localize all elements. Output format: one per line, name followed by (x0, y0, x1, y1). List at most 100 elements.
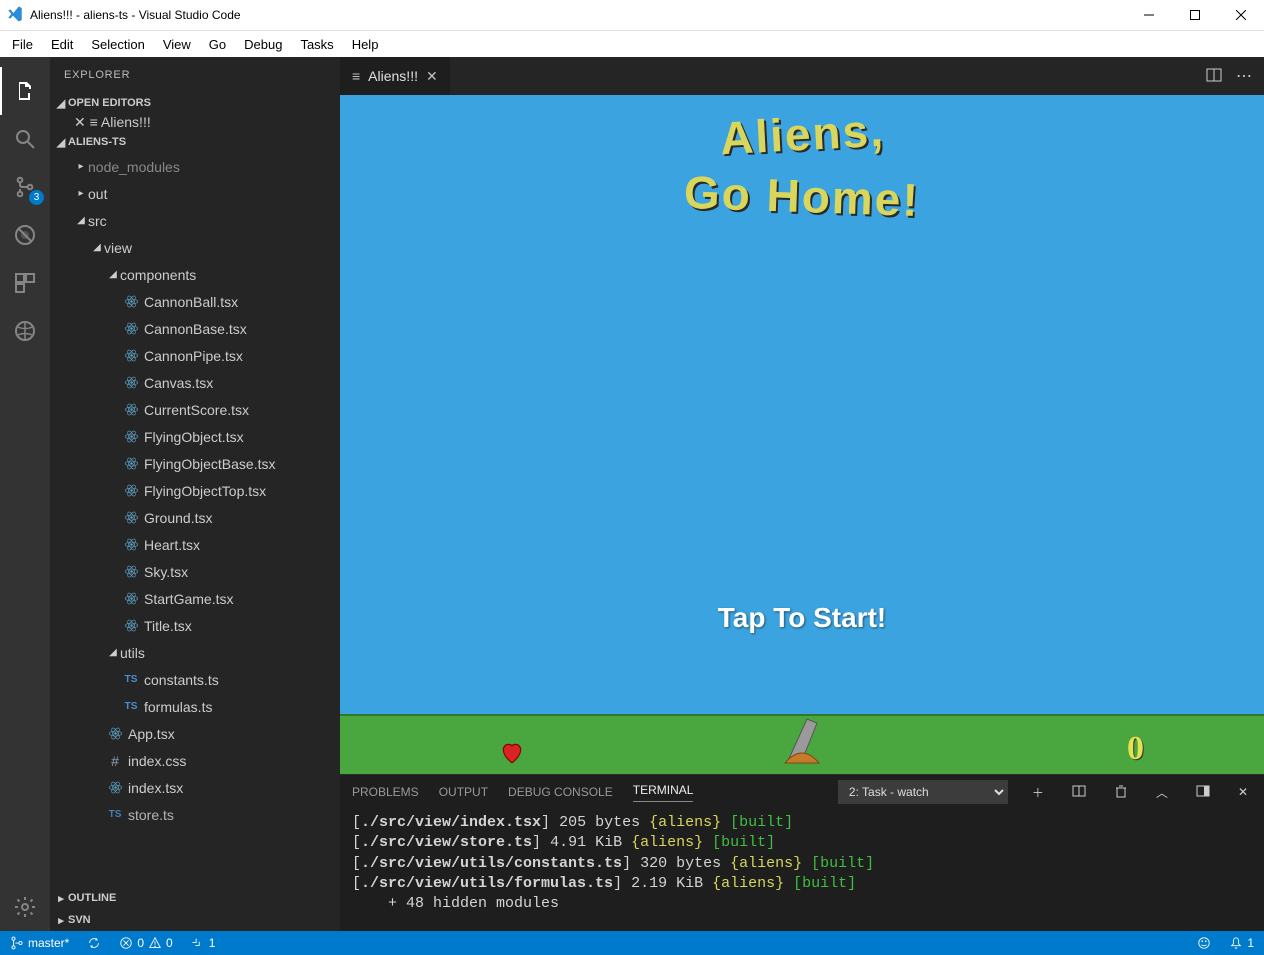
chevron-down-icon: ◢ (54, 136, 68, 149)
terminal-select[interactable]: 2: Task - watch (838, 780, 1008, 804)
menu-help[interactable]: Help (344, 34, 387, 55)
status-tasks[interactable]: 1 (187, 936, 220, 950)
tree-file[interactable]: FlyingObjectBase.tsx (50, 450, 340, 477)
menubar: File Edit Selection View Go Debug Tasks … (0, 31, 1264, 57)
tree-file[interactable]: Canvas.tsx (50, 369, 340, 396)
vscode-icon (6, 5, 24, 26)
tree-folder[interactable]: ◢view (50, 234, 340, 261)
kill-terminal-icon[interactable] (1110, 784, 1132, 801)
panel-tab-output[interactable]: OUTPUT (439, 785, 488, 799)
tab-label: Aliens!!! (368, 68, 418, 84)
tree-file[interactable]: StartGame.tsx (50, 585, 340, 612)
tree-file[interactable]: Sky.tsx (50, 558, 340, 585)
editor-group: ≡ Aliens!!! ✕ ⋯ Aliens, Go Home! Tap To … (340, 57, 1264, 931)
tree-file[interactable]: FlyingObject.tsx (50, 423, 340, 450)
chevron-down-icon: ◢ (54, 97, 68, 110)
new-terminal-icon[interactable]: ＋ (1028, 784, 1048, 801)
tree-folder[interactable]: ◢components (50, 261, 340, 288)
tree-file[interactable]: CannonBase.tsx (50, 315, 340, 342)
tree-folder[interactable]: ◢src (50, 207, 340, 234)
react-icon (106, 780, 124, 795)
section-svn[interactable]: ▸ SVN (50, 909, 340, 931)
tree-file[interactable]: App.tsx (50, 720, 340, 747)
react-icon (106, 726, 124, 741)
terminal-content[interactable]: [./src/view/index.tsx] 205 bytes {aliens… (340, 809, 1264, 931)
close-icon[interactable]: ✕ (426, 68, 438, 85)
game-sky: Aliens, Go Home! Tap To Start! (340, 95, 1264, 714)
workbench: 3 EXPLORER ◢ OPEN EDITORS ✕ ≡ Aliens!!! (0, 57, 1264, 931)
section-label: ALIENS-TS (68, 136, 126, 148)
activity-extensions[interactable] (0, 259, 50, 307)
panel-tab-problems[interactable]: PROBLEMS (352, 785, 419, 799)
tree-file[interactable]: TSstore.ts (50, 801, 340, 828)
more-icon[interactable]: ⋯ (1236, 66, 1252, 86)
activity-scm[interactable]: 3 (0, 163, 50, 211)
react-icon (122, 321, 140, 336)
react-icon (122, 294, 140, 309)
chevron-right-icon: ▸ (74, 188, 88, 199)
open-editor-item[interactable]: ✕ ≡ Aliens!!! (50, 114, 340, 131)
tap-to-start[interactable]: Tap To Start! (340, 602, 1264, 634)
menu-tasks[interactable]: Tasks (292, 34, 341, 55)
toggle-panel-icon[interactable] (1192, 784, 1214, 801)
status-sync[interactable] (83, 936, 105, 950)
activity-settings[interactable] (0, 883, 50, 931)
activity-search[interactable] (0, 115, 50, 163)
game-title: Aliens, Go Home! (340, 107, 1264, 223)
activity-explorer[interactable] (0, 67, 50, 115)
tree-file[interactable]: TSformulas.ts (50, 693, 340, 720)
menu-debug[interactable]: Debug (236, 34, 290, 55)
tree-file[interactable]: #index.css (50, 747, 340, 774)
status-feedback[interactable] (1193, 936, 1215, 950)
split-editor-icon[interactable] (1206, 67, 1222, 86)
section-open-editors[interactable]: ◢ OPEN EDITORS (50, 92, 340, 114)
statusbar: master* 0 0 1 1 (0, 931, 1264, 955)
menu-selection[interactable]: Selection (83, 34, 152, 55)
chevron-right-icon: ▸ (74, 161, 88, 172)
section-outline[interactable]: ▸ OUTLINE (50, 887, 340, 909)
activity-svn[interactable] (0, 307, 50, 355)
section-label: OUTLINE (68, 892, 116, 904)
menu-file[interactable]: File (4, 34, 41, 55)
status-branch[interactable]: master* (6, 936, 73, 950)
tree-folder[interactable]: ▸out (50, 180, 340, 207)
menu-view[interactable]: View (155, 34, 199, 55)
menu-edit[interactable]: Edit (43, 34, 81, 55)
tree-file[interactable]: index.tsx (50, 774, 340, 801)
maximize-panel-icon[interactable]: ︿ (1152, 784, 1172, 801)
editor-tab[interactable]: ≡ Aliens!!! ✕ (340, 57, 451, 95)
window-controls (1126, 0, 1264, 31)
react-icon (122, 618, 140, 633)
activity-debug[interactable] (0, 211, 50, 259)
sidebar: EXPLORER ◢ OPEN EDITORS ✕ ≡ Aliens!!! ◢ … (50, 57, 340, 931)
close-button[interactable] (1218, 0, 1264, 31)
open-editor-label: Aliens!!! (101, 114, 151, 130)
tree-file[interactable]: Ground.tsx (50, 504, 340, 531)
menu-go[interactable]: Go (201, 34, 234, 55)
split-terminal-icon[interactable] (1068, 784, 1090, 801)
tree-folder[interactable]: ◢utils (50, 639, 340, 666)
tree-file[interactable]: CannonPipe.tsx (50, 342, 340, 369)
tree-file[interactable]: FlyingObjectTop.tsx (50, 477, 340, 504)
chevron-right-icon: ▸ (54, 914, 68, 927)
react-icon (122, 591, 140, 606)
tree-file[interactable]: Title.tsx (50, 612, 340, 639)
editor-tabbar: ≡ Aliens!!! ✕ ⋯ (340, 57, 1264, 95)
status-problems[interactable]: 0 0 (115, 936, 176, 950)
heart-icon (498, 740, 526, 766)
minimize-button[interactable] (1126, 0, 1172, 31)
tree-file[interactable]: CannonBall.tsx (50, 288, 340, 315)
game-ground: 0 (340, 714, 1264, 774)
close-icon[interactable]: ✕ (74, 114, 86, 130)
section-project[interactable]: ◢ ALIENS-TS (50, 131, 340, 153)
game-preview[interactable]: Aliens, Go Home! Tap To Start! 0 (340, 95, 1264, 774)
panel-tab-terminal[interactable]: TERMINAL (633, 783, 694, 802)
tree-folder[interactable]: ▸node_modules (50, 153, 340, 180)
maximize-button[interactable] (1172, 0, 1218, 31)
status-notifications[interactable]: 1 (1225, 936, 1258, 950)
tree-file[interactable]: CurrentScore.tsx (50, 396, 340, 423)
tree-file[interactable]: TSconstants.ts (50, 666, 340, 693)
tree-file[interactable]: Heart.tsx (50, 531, 340, 558)
panel-tab-debug[interactable]: DEBUG CONSOLE (508, 785, 613, 799)
close-panel-icon[interactable]: ✕ (1234, 785, 1252, 799)
